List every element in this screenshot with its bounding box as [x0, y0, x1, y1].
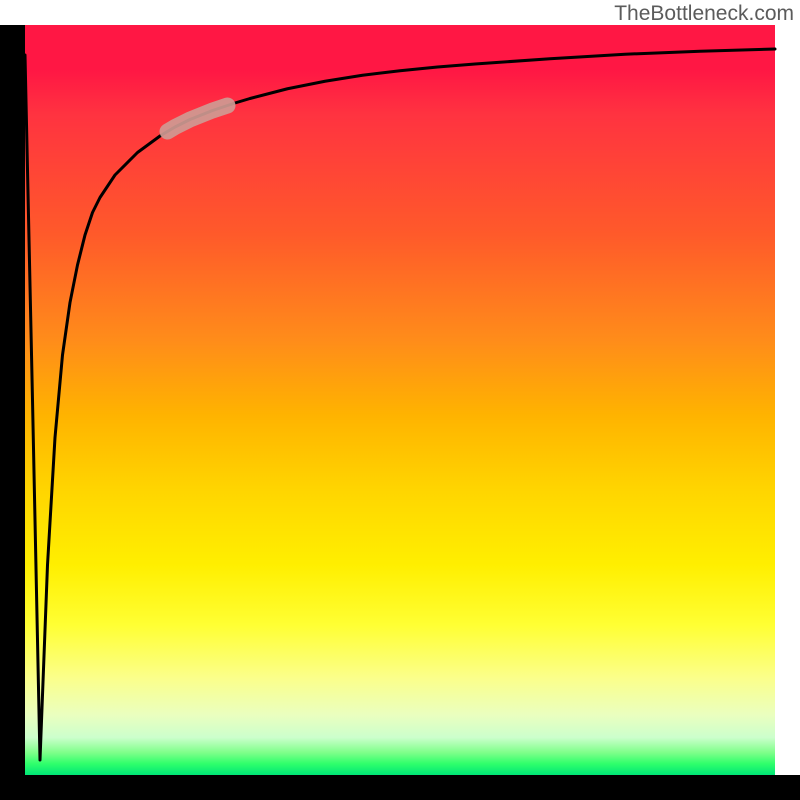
- highlight-segment: [168, 106, 228, 132]
- curve-layer: [25, 25, 775, 775]
- bottleneck-curve: [25, 49, 775, 760]
- attribution-watermark: TheBottleneck.com: [614, 2, 794, 26]
- plot-area: [25, 25, 775, 775]
- x-axis: [0, 775, 800, 800]
- chart-canvas: TheBottleneck.com: [0, 0, 800, 800]
- y-axis: [0, 25, 25, 775]
